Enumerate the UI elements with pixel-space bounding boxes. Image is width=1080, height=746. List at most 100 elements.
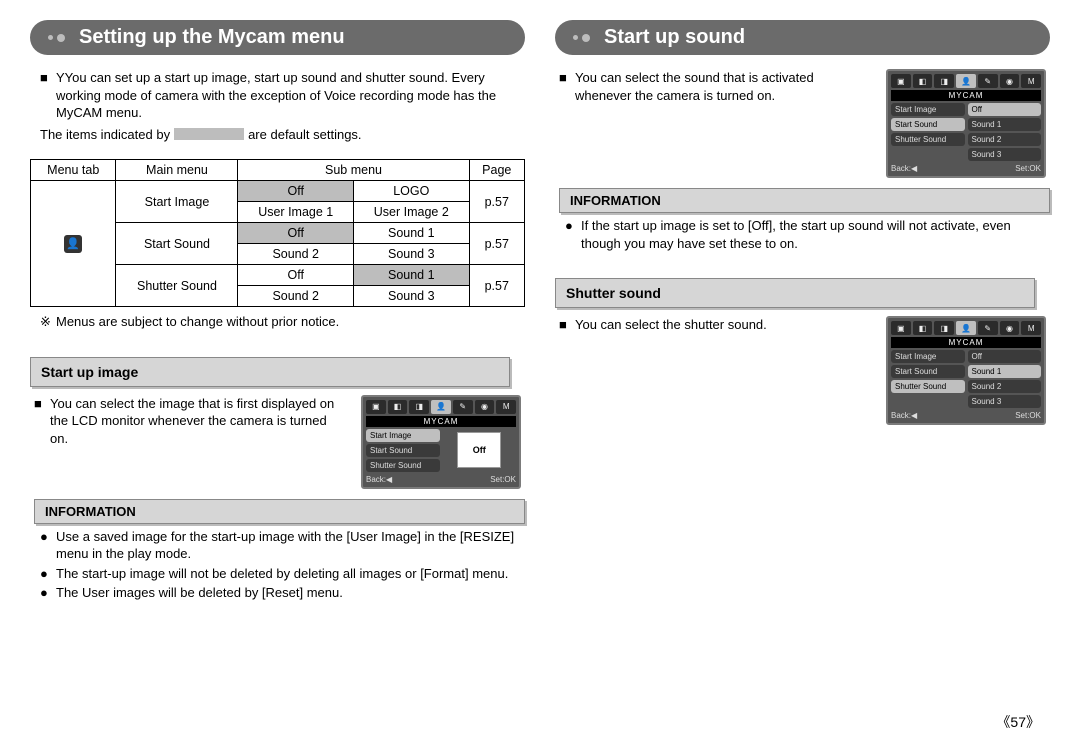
lcd-item: Shutter Sound	[366, 459, 440, 472]
cell-sound3: Sound 3	[354, 286, 470, 307]
dot-bullet-icon: ●	[40, 528, 56, 563]
mode-icon: ✎	[453, 400, 473, 414]
mode-icon: ▣	[366, 400, 386, 414]
mode-icon: ◨	[934, 321, 954, 335]
mode-icon: ◉	[1000, 74, 1020, 88]
cell-off: Off	[238, 223, 354, 244]
lcd-set: Set:OK	[1015, 164, 1041, 173]
lcd-item: Shutter Sound	[891, 380, 965, 393]
cell-off: Off	[238, 265, 354, 286]
info-item: The start-up image will not be deleted b…	[56, 565, 515, 583]
right-heading-text: Start up sound	[604, 26, 745, 49]
information-heading: INFORMATION	[559, 188, 1050, 213]
intro-text: YYou can set up a start up image, start …	[56, 69, 515, 122]
cell-shuttersound: Shutter Sound	[116, 265, 238, 307]
lcd-item: Sound 2	[968, 133, 1042, 146]
cell-sound2: Sound 2	[238, 244, 354, 265]
cell-sound1: Sound 1	[354, 223, 470, 244]
lcd-item: Shutter Sound	[891, 133, 965, 146]
cell-startimage: Start Image	[116, 181, 238, 223]
left-intro: ■ YYou can set up a start up image, star…	[30, 69, 525, 143]
lcd-thumb: Off	[457, 432, 501, 468]
dot-bullet-icon: ●	[40, 565, 56, 583]
left-column: Setting up the Mycam menu ■ YYou can set…	[30, 20, 525, 736]
lcd-item: Start Image	[891, 350, 965, 363]
right-heading: Start up sound	[555, 20, 1050, 55]
right-column: Start up sound ■ You can select the soun…	[555, 20, 1050, 736]
lcd-title: MYCAM	[891, 90, 1041, 101]
lcd-item: Sound 3	[968, 148, 1042, 161]
mode-icon: ▣	[891, 74, 911, 88]
dot-bullet-icon: ●	[565, 217, 581, 252]
mode-icon: ✎	[978, 321, 998, 335]
information-heading: INFORMATION	[34, 499, 525, 524]
lcd-back: Back:◀	[891, 411, 917, 420]
bullet-icon	[573, 35, 578, 40]
lcd-item: Start Image	[891, 103, 965, 116]
mode-icon: ✎	[978, 74, 998, 88]
lcd-item: Start Sound	[366, 444, 440, 457]
defaults-note: The items indicated by are default setti…	[40, 126, 515, 144]
page-number: 《57》	[996, 712, 1040, 732]
mode-icon: ◧	[913, 74, 933, 88]
left-heading-text: Setting up the Mycam menu	[79, 26, 345, 49]
lcd-title: MYCAM	[891, 337, 1041, 348]
mode-icon: ◧	[388, 400, 408, 414]
lcd-back: Back:◀	[891, 164, 917, 173]
th-menutab: Menu tab	[31, 160, 116, 181]
defaults-prefix: The items indicated by	[40, 126, 170, 144]
menutab-icon-cell: 👤	[31, 181, 116, 307]
mode-icon: ◉	[1000, 321, 1020, 335]
cell-logo: LOGO	[354, 181, 470, 202]
mycam-menu-table: Menu tab Main menu Sub menu Page 👤 Start…	[30, 159, 525, 307]
cell-userimage1: User Image 1	[238, 202, 354, 223]
cell-page: p.57	[469, 265, 524, 307]
th-page: Page	[469, 160, 524, 181]
information-block: ●Use a saved image for the start-up imag…	[30, 528, 525, 604]
mode-icon: 👤	[956, 74, 976, 88]
info-text: If the start up image is set to [Off], t…	[581, 217, 1040, 252]
cell-page: p.57	[469, 181, 524, 223]
cell-sound3: Sound 3	[354, 244, 470, 265]
mode-icon: ◨	[409, 400, 429, 414]
mode-icon: ◉	[475, 400, 495, 414]
mode-icon: ◧	[913, 321, 933, 335]
lcd-preview-startimage: ▣ ◧ ◨ 👤 ✎ ◉ M MYCAM Start Image Start So…	[361, 395, 521, 489]
bullet-icon	[57, 34, 65, 42]
dot-bullet-icon: ●	[40, 584, 56, 602]
cell-sound1: Sound 1	[354, 265, 470, 286]
information-block: ● If the start up image is set to [Off],…	[555, 217, 1050, 254]
asterisk-icon: ※	[40, 313, 56, 331]
mode-icon: 👤	[431, 400, 451, 414]
lcd-item: Start Sound	[891, 118, 965, 131]
mode-icon: M	[496, 400, 516, 414]
lcd-preview-shuttersound: ▣ ◧ ◨ 👤 ✎ ◉ M MYCAM Start Image Start So…	[886, 316, 1046, 425]
lcd-preview-startsound: ▣ ◧ ◨ 👤 ✎ ◉ M MYCAM Start Image Start So…	[886, 69, 1046, 178]
cell-startsound: Start Sound	[116, 223, 238, 265]
cell-off: Off	[238, 181, 354, 202]
mode-icon: 👤	[956, 321, 976, 335]
cell-userimage2: User Image 2	[354, 202, 470, 223]
info-item: The User images will be deleted by [Rese…	[56, 584, 515, 602]
startup-sound-text: You can select the sound that is activat…	[575, 69, 872, 104]
defaults-suffix: are default settings.	[248, 126, 361, 144]
square-bullet-icon: ■	[34, 395, 50, 448]
mode-icon: M	[1021, 321, 1041, 335]
lcd-item: Sound 2	[968, 380, 1042, 393]
info-item: Use a saved image for the start-up image…	[56, 528, 515, 563]
startup-image-heading: Start up image	[30, 357, 510, 387]
default-swatch-icon	[174, 128, 244, 140]
square-bullet-icon: ■	[559, 316, 575, 334]
note-text: Menus are subject to change without prio…	[56, 313, 515, 331]
th-mainmenu: Main menu	[116, 160, 238, 181]
lcd-back: Back:◀	[366, 475, 392, 484]
th-submenu: Sub menu	[238, 160, 469, 181]
square-bullet-icon: ■	[559, 69, 575, 104]
lcd-set: Set:OK	[1015, 411, 1041, 420]
cell-page: p.57	[469, 223, 524, 265]
shutter-sound-heading: Shutter sound	[555, 278, 1035, 308]
lcd-item: Sound 1	[968, 365, 1042, 378]
bullet-icon	[582, 34, 590, 42]
lcd-item: Start Sound	[891, 365, 965, 378]
lcd-item: Off	[968, 103, 1042, 116]
